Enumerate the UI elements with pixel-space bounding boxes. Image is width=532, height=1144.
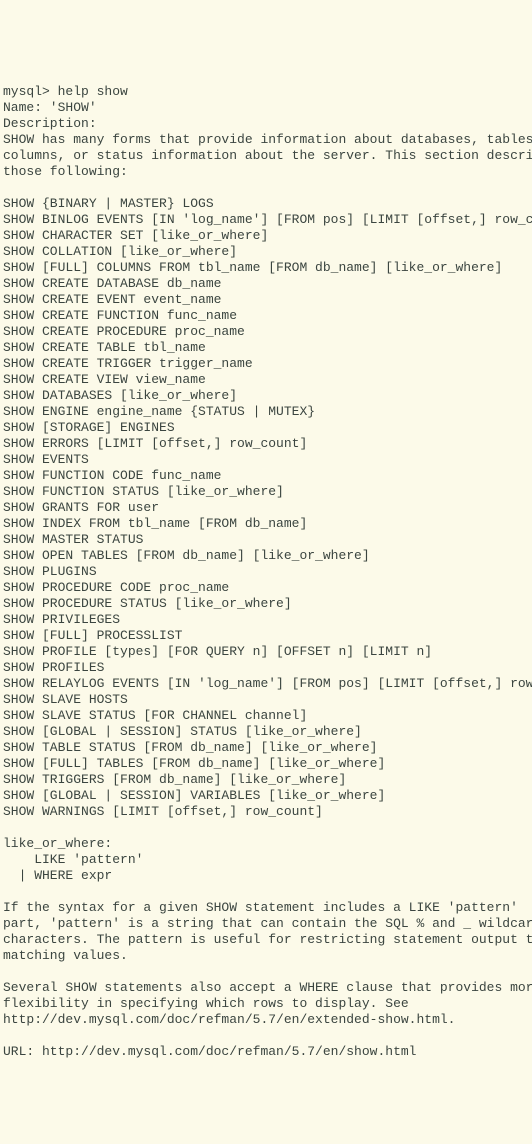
like-option: LIKE 'pattern' xyxy=(3,852,143,867)
url-line: URL: http://dev.mysql.com/doc/refman/5.7… xyxy=(3,1044,416,1059)
show-syntax-line: SHOW CREATE VIEW view_name xyxy=(3,372,206,387)
show-syntax-line: SHOW RELAYLOG EVENTS [IN 'log_name'] [FR… xyxy=(3,676,532,691)
show-syntax-line: SHOW CREATE EVENT event_name xyxy=(3,292,221,307)
show-syntax-line: SHOW [GLOBAL | SESSION] STATUS [like_or_… xyxy=(3,724,362,739)
show-syntax-line: SHOW INDEX FROM tbl_name [FROM db_name] xyxy=(3,516,307,531)
note-text: http://dev.mysql.com/doc/refman/5.7/en/e… xyxy=(3,1012,455,1027)
show-syntax-line: SHOW PRIVILEGES xyxy=(3,612,120,627)
show-syntax-line: SHOW GRANTS FOR user xyxy=(3,500,159,515)
show-syntax-line: SHOW PROCEDURE CODE proc_name xyxy=(3,580,229,595)
where-option: | WHERE expr xyxy=(3,868,112,883)
like-or-where-header: like_or_where: xyxy=(3,836,112,851)
show-syntax-line: SHOW CREATE TABLE tbl_name xyxy=(3,340,206,355)
show-syntax-line: SHOW CREATE TRIGGER trigger_name xyxy=(3,356,253,371)
note-text: part, 'pattern' is a string that can con… xyxy=(3,916,532,931)
show-syntax-line: SHOW DATABASES [like_or_where] xyxy=(3,388,237,403)
show-syntax-line: SHOW CREATE PROCEDURE proc_name xyxy=(3,324,245,339)
note-text: Several SHOW statements also accept a WH… xyxy=(3,980,532,995)
show-syntax-line: SHOW FUNCTION STATUS [like_or_where] xyxy=(3,484,284,499)
description-text: columns, or status information about the… xyxy=(3,148,532,163)
show-syntax-line: SHOW TABLE STATUS [FROM db_name] [like_o… xyxy=(3,740,377,755)
show-syntax-line: SHOW PROCEDURE STATUS [like_or_where] xyxy=(3,596,292,611)
prompt-line: mysql> help show xyxy=(3,84,128,99)
note-text: If the syntax for a given SHOW statement… xyxy=(3,900,518,915)
show-syntax-line: SHOW PROFILES xyxy=(3,660,104,675)
show-syntax-line: SHOW CREATE FUNCTION func_name xyxy=(3,308,237,323)
note-text: matching values. xyxy=(3,948,128,963)
show-syntax-line: SHOW ENGINE engine_name {STATUS | MUTEX} xyxy=(3,404,315,419)
note-text: characters. The pattern is useful for re… xyxy=(3,932,532,947)
show-syntax-line: SHOW WARNINGS [LIMIT [offset,] row_count… xyxy=(3,804,323,819)
show-syntax-line: SHOW {BINARY | MASTER} LOGS xyxy=(3,196,214,211)
show-syntax-line: SHOW CHARACTER SET [like_or_where] xyxy=(3,228,268,243)
show-syntax-line: SHOW FUNCTION CODE func_name xyxy=(3,468,221,483)
name-line: Name: 'SHOW' xyxy=(3,100,97,115)
description-text: SHOW has many forms that provide informa… xyxy=(3,132,532,147)
show-syntax-line: SHOW OPEN TABLES [FROM db_name] [like_or… xyxy=(3,548,370,563)
show-syntax-line: SHOW [STORAGE] ENGINES xyxy=(3,420,175,435)
show-syntax-line: SHOW CREATE DATABASE db_name xyxy=(3,276,221,291)
show-syntax-line: SHOW COLLATION [like_or_where] xyxy=(3,244,237,259)
show-syntax-line: SHOW [GLOBAL | SESSION] VARIABLES [like_… xyxy=(3,788,385,803)
show-syntax-line: SHOW TRIGGERS [FROM db_name] [like_or_wh… xyxy=(3,772,346,787)
show-syntax-line: SHOW [FULL] TABLES [FROM db_name] [like_… xyxy=(3,756,385,771)
show-syntax-line: SHOW PLUGINS xyxy=(3,564,97,579)
terminal-output: mysql> help show Name: 'SHOW' Descriptio… xyxy=(3,68,529,1060)
show-syntax-line: SHOW MASTER STATUS xyxy=(3,532,143,547)
show-syntax-line: SHOW SLAVE STATUS [FOR CHANNEL channel] xyxy=(3,708,307,723)
show-syntax-line: SHOW EVENTS xyxy=(3,452,89,467)
show-syntax-line: SHOW ERRORS [LIMIT [offset,] row_count] xyxy=(3,436,307,451)
show-syntax-line: SHOW [FULL] COLUMNS FROM tbl_name [FROM … xyxy=(3,260,502,275)
show-syntax-line: SHOW PROFILE [types] [FOR QUERY n] [OFFS… xyxy=(3,644,432,659)
show-syntax-line: SHOW BINLOG EVENTS [IN 'log_name'] [FROM… xyxy=(3,212,532,227)
note-text: flexibility in specifying which rows to … xyxy=(3,996,409,1011)
description-label: Description: xyxy=(3,116,97,131)
show-syntax-line: SHOW SLAVE HOSTS xyxy=(3,692,128,707)
show-syntax-line: SHOW [FULL] PROCESSLIST xyxy=(3,628,182,643)
description-text: those following: xyxy=(3,164,128,179)
